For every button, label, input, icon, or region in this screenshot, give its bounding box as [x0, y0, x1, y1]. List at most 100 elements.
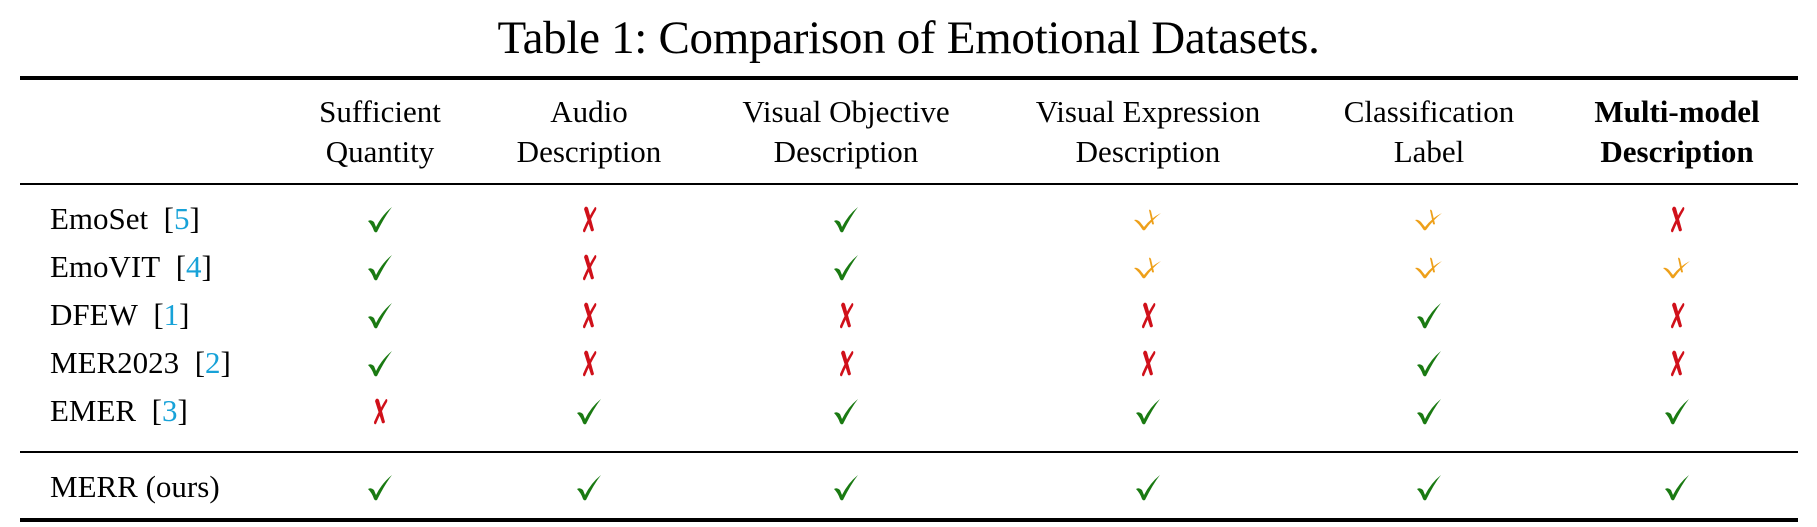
table-row: DFEW [1] [0, 291, 1817, 339]
header-line: Multi-model [1594, 94, 1760, 129]
dataset-label: EMER [50, 393, 137, 428]
table-cell [1657, 291, 1697, 339]
table-cell [1409, 243, 1449, 291]
check-icon [1417, 399, 1441, 425]
header-rule [20, 183, 1798, 185]
header-line: Description [1600, 134, 1754, 169]
mid-rule [20, 451, 1798, 453]
check-icon [577, 475, 601, 501]
header-classification-label: Classification Label [1344, 92, 1514, 172]
table-cell [569, 291, 609, 339]
check-icon [368, 255, 392, 281]
partial-check-icon [1134, 257, 1161, 279]
table-cell [569, 195, 609, 243]
table-cell [1128, 243, 1168, 291]
citation-bracket: ] [179, 297, 190, 332]
cross-icon [1671, 206, 1685, 233]
table-cell [1128, 195, 1168, 243]
dataset-label: EmoVIT [50, 249, 161, 284]
top-rule [20, 76, 1798, 80]
table-cell [360, 243, 400, 291]
table-caption: Table 1: Comparison of Emotional Dataset… [497, 12, 1320, 64]
table-row: EmoVIT [4] [0, 243, 1817, 291]
dataset-label: MERR (ours) [50, 469, 220, 504]
table-cell [569, 339, 609, 387]
table-cell [826, 243, 866, 291]
check-icon [1665, 475, 1689, 501]
table-cell [1657, 387, 1697, 435]
check-icon [577, 399, 601, 425]
table-cell [569, 463, 609, 511]
table-cell [360, 339, 400, 387]
cross-icon [583, 206, 597, 233]
citation-bracket: ] [189, 201, 200, 236]
partial-check-icon [1415, 209, 1442, 231]
table-cell [1409, 387, 1449, 435]
dataset-name: DFEW [1] [50, 291, 189, 339]
header-audio-description: Audio Description [517, 92, 662, 172]
citation-bracket: [ [160, 249, 187, 284]
header-visual-objective-description: Visual Objective Description [742, 92, 949, 172]
citation-bracket: [ [179, 345, 206, 380]
table-cell [360, 195, 400, 243]
table-row: MERR (ours) [0, 463, 1817, 511]
cross-icon [583, 302, 597, 329]
cross-icon [1142, 350, 1156, 377]
citation-bracket: [ [136, 393, 162, 428]
citation-link[interactable]: 3 [162, 393, 178, 428]
check-icon [834, 207, 858, 233]
check-icon [1136, 399, 1160, 425]
table-cell [569, 243, 609, 291]
table-cell [826, 387, 866, 435]
check-icon [368, 351, 392, 377]
dataset-name: MERR (ours) [50, 463, 220, 511]
partial-check-icon [1134, 209, 1161, 231]
check-icon [368, 475, 392, 501]
header-line: Audio [550, 94, 628, 129]
cross-icon [840, 350, 854, 377]
table-cell [1409, 339, 1449, 387]
check-icon [834, 475, 858, 501]
cross-icon [374, 398, 388, 425]
citation-bracket: ] [177, 393, 188, 428]
table-cell [1657, 339, 1697, 387]
table-cell [1128, 339, 1168, 387]
table-cell [1657, 463, 1697, 511]
dataset-name: EmoVIT [4] [50, 243, 212, 291]
table-cell [826, 195, 866, 243]
table-cell [1409, 195, 1449, 243]
check-icon [1417, 475, 1441, 501]
citation-bracket: [ [148, 201, 174, 236]
citation-link[interactable]: 1 [164, 297, 180, 332]
cross-icon [583, 350, 597, 377]
dataset-label: EmoSet [50, 201, 149, 236]
header-line: Label [1393, 134, 1465, 169]
citation-link[interactable]: 2 [205, 345, 221, 380]
header-line: Visual Expression [1035, 94, 1261, 129]
check-icon [1417, 351, 1441, 377]
header-line: Sufficient [319, 94, 441, 129]
table-cell [360, 387, 400, 435]
dataset-name: MER2023 [2] [50, 339, 231, 387]
table-row: EmoSet [5] [0, 195, 1817, 243]
dataset-name: EMER [3] [50, 387, 188, 435]
citation-link[interactable]: 5 [174, 201, 190, 236]
table-row: EMER [3] [0, 387, 1817, 435]
table-cell [569, 387, 609, 435]
cross-icon [840, 302, 854, 329]
table-cell [1128, 463, 1168, 511]
header-line: Quantity [325, 134, 435, 169]
header-line: Description [1075, 134, 1221, 169]
header-line: Description [773, 134, 919, 169]
cross-icon [583, 254, 597, 281]
check-icon [1665, 399, 1689, 425]
partial-check-icon [1663, 257, 1690, 279]
citation-bracket: ] [201, 249, 212, 284]
citation-link[interactable]: 4 [186, 249, 202, 284]
citation-bracket: [ [137, 297, 164, 332]
table-cell [1409, 291, 1449, 339]
dataset-label: DFEW [50, 297, 138, 332]
check-icon [834, 399, 858, 425]
table-cell [826, 291, 866, 339]
header-line: Visual Objective [742, 94, 950, 129]
